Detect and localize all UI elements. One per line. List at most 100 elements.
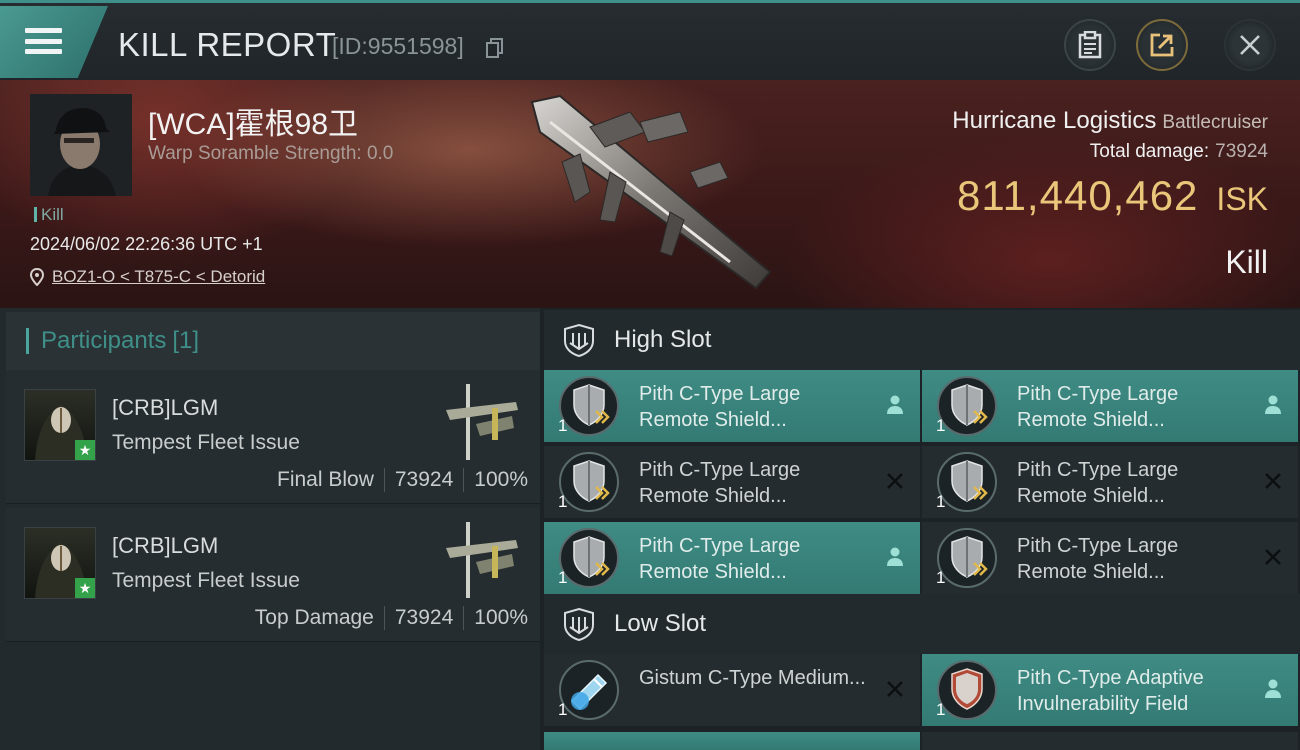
module-qty: 1 [936, 492, 946, 511]
module-name: Gistum C-Type Medium... [639, 667, 866, 689]
module-item[interactable]: 1 Pith C-Type Adaptive Invulnerability F… [922, 654, 1298, 726]
participant-damage: 73924 [394, 468, 454, 491]
participant-ship: Tempest Fleet Issue [112, 569, 300, 592]
destroyed-x-icon [887, 473, 903, 489]
high-slot-label: High Slot [614, 326, 712, 353]
module-name: Pith C-Type Adaptive Invulnerability Fie… [1017, 667, 1204, 715]
close-button[interactable] [1224, 19, 1276, 71]
fitted-user-icon [887, 547, 903, 566]
participant-ship: Tempest Fleet Issue [112, 431, 300, 454]
top-bar: KILL REPORT [ID:9551598] [0, 0, 1300, 80]
clipboard-button[interactable] [1064, 19, 1116, 71]
participants-panel: Participants [1] ★ [CRB]LGM Tempest Flee… [0, 308, 540, 750]
participants-header: Participants [1] [6, 312, 540, 370]
participant-role: Top Damage [254, 606, 374, 629]
participant-damage: 73924 [394, 606, 454, 629]
total-damage-value: 73924 [1215, 141, 1268, 162]
module-qty: 1 [936, 568, 946, 587]
warp-scramble-strength: Warp Soramble Strength: 0.0 [148, 143, 394, 164]
participant-row[interactable]: ★ [CRB]LGM Tempest Fleet Issue Final Blo… [6, 370, 540, 504]
ship-name: Hurricane Logistics [952, 107, 1157, 134]
module-item[interactable]: 1 Pith C-Type Large Remote Shield... [922, 522, 1298, 594]
isk-unit: ISK [1216, 181, 1268, 217]
star-icon: ★ [75, 578, 95, 598]
participant-percent: 100% [474, 606, 528, 629]
page-title: KILL REPORT [118, 26, 337, 63]
module-qty: 1 [558, 568, 568, 587]
ship-class: Battlecruiser [1162, 112, 1268, 133]
isk-value: 811,440,462 ISK [957, 172, 1268, 220]
divider [463, 606, 465, 630]
module-item[interactable]: 1 Pith C-Type Large Remote Shield... [544, 446, 920, 518]
total-damage-label: Total damage: [1089, 141, 1210, 162]
module-item[interactable]: 1 Pith C-Type Large Remote Shield... [922, 370, 1298, 442]
module-name: Pith C-Type Large Remote Shield... [1017, 535, 1179, 583]
victim-ship[interactable]: Hurricane Logistics Battlecruiser [952, 107, 1268, 135]
participant-stats: Top Damage 73924 100% [255, 606, 528, 630]
participant-ship-icon [446, 522, 518, 598]
participant-avatar: ★ [24, 527, 96, 599]
victim-ship-render [530, 94, 772, 290]
fitted-user-icon [887, 395, 903, 414]
destroyed-x-icon [1265, 473, 1281, 489]
participant-stats: Final Blow 73924 100% [277, 468, 528, 492]
kill-tag: Kill [34, 205, 64, 225]
menu-button[interactable] [0, 6, 108, 78]
victim-pilot-name[interactable]: [WCA]霍根98卫 [148, 99, 358, 143]
kill-timestamp: 2024/06/02 22:26:36 UTC +1 [30, 234, 263, 254]
fitted-user-icon [1265, 395, 1281, 414]
report-id: [ID:9551598] [332, 33, 464, 59]
module-item-partial[interactable] [544, 732, 920, 750]
module-qty: 1 [558, 492, 568, 511]
header-accent-bar [26, 328, 29, 354]
star-icon: ★ [75, 440, 95, 460]
participant-percent: 100% [474, 468, 528, 491]
slot-shield-icon [564, 323, 594, 357]
module-name: Pith C-Type Large Remote Shield... [639, 459, 801, 507]
module-item[interactable]: 1 Pith C-Type Large Remote Shield... [544, 370, 920, 442]
isk-amount: 811,440,462 [956, 172, 1199, 219]
destroyed-x-icon [1265, 549, 1281, 565]
copy-icon[interactable] [486, 38, 504, 58]
share-icon [1150, 33, 1174, 57]
module-item[interactable]: 1 Pith C-Type Large Remote Shield... [922, 446, 1298, 518]
module-name: Pith C-Type Large Remote Shield... [639, 535, 801, 583]
victim-avatar[interactable] [30, 94, 132, 196]
module-name: Pith C-Type Large Remote Shield... [639, 383, 801, 431]
participants-count: [1] [172, 327, 200, 354]
participant-role: Final Blow [277, 468, 374, 491]
divider [383, 606, 385, 630]
divider [463, 468, 465, 492]
module-qty: 1 [558, 416, 568, 435]
kill-location-link[interactable]: BOZ1-O < T875-C < Detorid [30, 267, 265, 287]
destroyed-x-icon [887, 681, 903, 697]
low-slot-header: Low Slot [544, 594, 1300, 654]
total-damage: Total damage: 73924 [1090, 141, 1268, 163]
close-icon [1240, 35, 1260, 55]
participant-avatar: ★ [24, 389, 96, 461]
result-label: Kill [1225, 244, 1268, 280]
module-qty: 1 [936, 416, 946, 435]
participants-label: Participants [41, 327, 167, 354]
fitted-user-icon [1265, 679, 1281, 698]
participant-row[interactable]: ★ [CRB]LGM Tempest Fleet Issue Top Damag… [6, 508, 540, 642]
location-pin-icon [30, 268, 44, 286]
kill-summary-banner: [WCA]霍根98卫 Warp Soramble Strength: 0.0 K… [0, 80, 1300, 308]
slot-shield-icon [564, 607, 594, 641]
participant-ship-icon [446, 384, 518, 460]
module-item-partial[interactable] [922, 732, 1298, 750]
participant-pilot: [CRB]LGM [112, 533, 219, 558]
fitting-panel: High Slot 1 Pith C-Type Large Remote Shi… [540, 308, 1300, 750]
victim-portrait [30, 94, 132, 196]
share-button[interactable] [1136, 19, 1188, 71]
low-slot-label: Low Slot [614, 610, 707, 637]
hamburger-icon [25, 28, 62, 54]
module-qty: 1 [936, 700, 946, 719]
module-item[interactable]: 1 Gistum C-Type Medium... [544, 654, 920, 726]
participant-pilot: [CRB]LGM [112, 395, 219, 420]
location-text: BOZ1-O < T875-C < Detorid [52, 267, 266, 286]
module-qty: 1 [558, 700, 568, 719]
module-item[interactable]: 1 Pith C-Type Large Remote Shield... [544, 522, 920, 594]
high-slot-header: High Slot [544, 310, 1300, 370]
module-name: Pith C-Type Large Remote Shield... [1017, 383, 1179, 431]
